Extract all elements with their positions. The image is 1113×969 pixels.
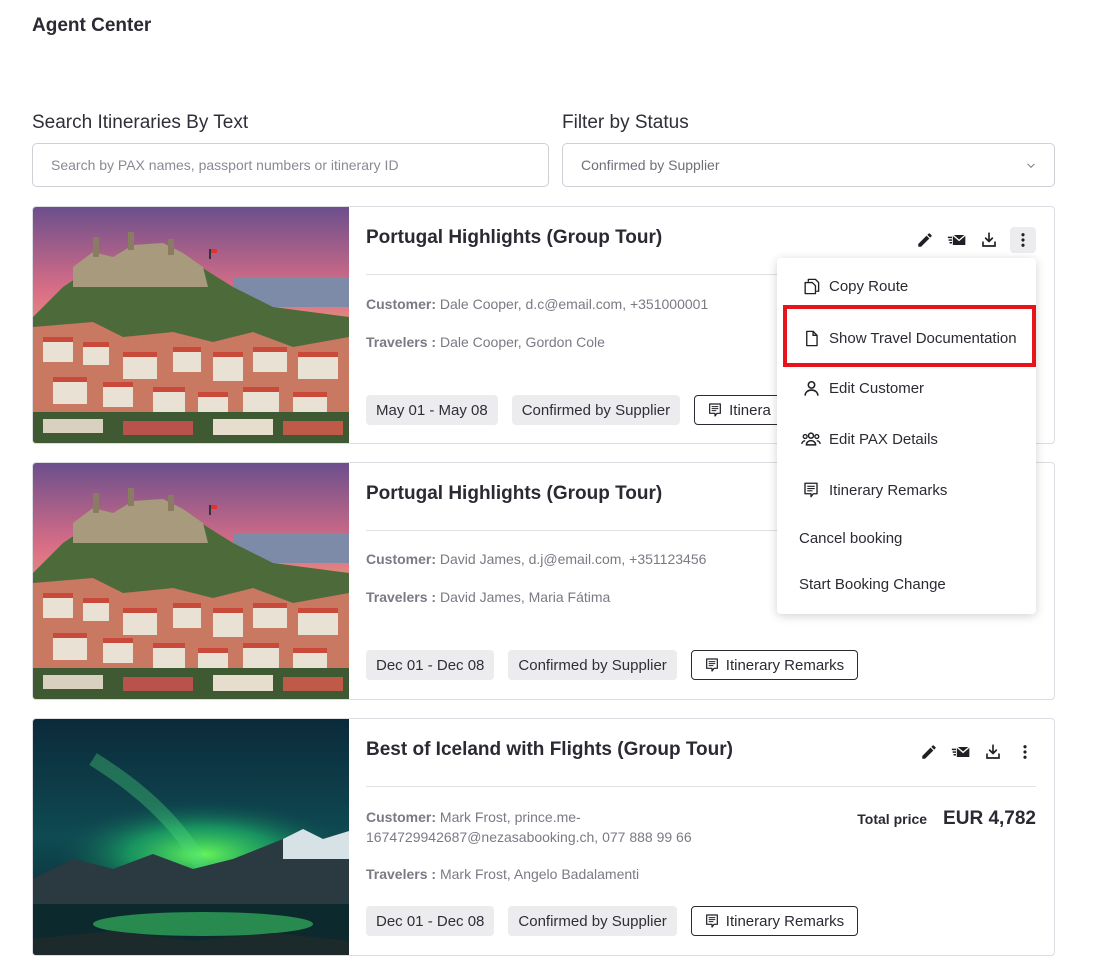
remarks-icon [801, 480, 821, 500]
pencil-icon [920, 743, 938, 761]
travelers-value: Mark Frost, Angelo Badalamenti [439, 866, 640, 882]
customer-label: Customer: [366, 296, 437, 312]
customer-info: Customer: Mark Frost, prince.me-16747299… [366, 807, 746, 847]
kebab-menu-icon [1016, 743, 1034, 761]
travelers-value: David James, Maria Fátima [439, 589, 611, 605]
menu-item-label: Itinerary Remarks [829, 481, 948, 499]
customer-label: Customer: [366, 551, 437, 567]
card-divider [366, 786, 1036, 787]
card-actions [914, 227, 1036, 253]
search-input[interactable] [33, 144, 548, 186]
travelers-label: Travelers : [366, 866, 437, 882]
filter-label: Filter by Status [562, 112, 689, 133]
travelers-info: Travelers : Mark Frost, Angelo Badalamen… [366, 864, 639, 884]
total-price: Total price EUR 4,782 [857, 808, 1036, 830]
remarks-icon [704, 913, 720, 929]
search-field [32, 143, 549, 187]
itinerary-title: Portugal Highlights (Group Tour) [366, 483, 663, 504]
status-filter-select[interactable]: Confirmed by Supplier [562, 143, 1055, 187]
customer-info: Customer: Dale Cooper, d.c@email.com, +3… [366, 294, 756, 314]
date-range-chip: Dec 01 - Dec 08 [366, 906, 495, 936]
remarks-icon [704, 657, 720, 673]
status-chip: Confirmed by Supplier [508, 906, 677, 936]
copy-icon [801, 276, 821, 296]
mail-icon [951, 742, 971, 762]
card-chips: Dec 01 - Dec 08 Confirmed by Supplier It… [366, 650, 859, 680]
kebab-menu-icon [1014, 231, 1032, 249]
total-price-value: EUR 4,782 [943, 808, 1036, 829]
date-range-chip: May 01 - May 08 [366, 395, 498, 425]
edit-button[interactable] [918, 739, 940, 765]
travelers-label: Travelers : [366, 589, 437, 605]
app-title: Agent Center [32, 15, 152, 36]
itinerary-image [33, 207, 349, 443]
menu-item-label: Edit PAX Details [829, 430, 938, 448]
card-chips: Dec 01 - Dec 08 Confirmed by Supplier It… [366, 906, 859, 936]
person-icon [801, 378, 821, 398]
menu-item-label: Show Travel Documentation [829, 329, 1017, 347]
download-icon [984, 743, 1002, 761]
menu-item-label: Edit Customer [829, 379, 925, 397]
menu-item-cancel-booking[interactable]: Cancel booking [777, 516, 1036, 560]
card-actions [918, 739, 1036, 765]
menu-item-edit-customer[interactable]: Edit Customer [777, 366, 1036, 410]
itinerary-remarks-label: Itinerary Remarks [725, 912, 845, 930]
send-email-button[interactable] [950, 739, 972, 765]
travelers-value: Dale Cooper, Gordon Cole [439, 334, 605, 350]
group-icon [801, 429, 821, 449]
menu-item-edit-pax-details[interactable]: Edit PAX Details [777, 417, 1036, 461]
travelers-info: Travelers : David James, Maria Fátima [366, 587, 610, 607]
menu-item-label: Cancel booking [799, 529, 903, 547]
itinerary-image [33, 719, 349, 955]
itinerary-title: Portugal Highlights (Group Tour) [366, 227, 663, 248]
chevron-down-icon [1027, 163, 1035, 168]
itinerary-image [33, 463, 349, 699]
search-label: Search Itineraries By Text [32, 112, 249, 133]
remarks-icon [707, 402, 723, 418]
more-options-button[interactable] [1014, 739, 1036, 765]
menu-item-itinerary-remarks[interactable]: Itinerary Remarks [777, 468, 1036, 512]
total-price-label: Total price [857, 811, 928, 827]
menu-item-copy-route[interactable]: Copy Route [777, 264, 1036, 308]
status-chip: Confirmed by Supplier [511, 395, 681, 425]
menu-item-show-travel-documentation[interactable]: Show Travel Documentation [777, 316, 1036, 360]
menu-item-label: Start Booking Change [799, 575, 946, 593]
travelers-label: Travelers : [366, 334, 437, 350]
itinerary-remarks-button[interactable]: Itinerary Remarks [690, 906, 859, 936]
pencil-icon [916, 231, 934, 249]
customer-label: Customer: [366, 809, 437, 825]
customer-info: Customer: David James, d.j@email.com, +3… [366, 549, 756, 569]
download-icon [980, 231, 998, 249]
menu-item-label: Copy Route [829, 277, 909, 295]
status-filter-value: Confirmed by Supplier [581, 157, 720, 173]
status-chip: Confirmed by Supplier [508, 650, 677, 680]
itinerary-card: Best of Iceland with Flights (Group Tour… [32, 718, 1055, 956]
itinerary-remarks-button[interactable]: Itinerary Remarks [690, 650, 859, 680]
itinerary-title: Best of Iceland with Flights (Group Tour… [366, 739, 733, 760]
customer-value: David James, d.j@email.com, +351123456 [439, 551, 707, 567]
customer-value: Dale Cooper, d.c@email.com, +351000001 [439, 296, 709, 312]
download-button[interactable] [978, 227, 1000, 253]
itinerary-remarks-label: Itinera [729, 401, 771, 419]
date-range-chip: Dec 01 - Dec 08 [366, 650, 495, 680]
travelers-info: Travelers : Dale Cooper, Gordon Cole [366, 332, 605, 352]
send-email-button[interactable] [946, 227, 968, 253]
more-options-button[interactable] [1010, 227, 1036, 253]
download-button[interactable] [982, 739, 1004, 765]
mail-icon [947, 230, 967, 250]
menu-item-start-booking-change[interactable]: Start Booking Change [777, 562, 1036, 606]
document-icon [801, 328, 821, 348]
more-options-menu: Copy Route Show Travel Documentation Edi… [777, 258, 1036, 614]
edit-button[interactable] [914, 227, 936, 253]
itinerary-remarks-label: Itinerary Remarks [725, 656, 845, 674]
